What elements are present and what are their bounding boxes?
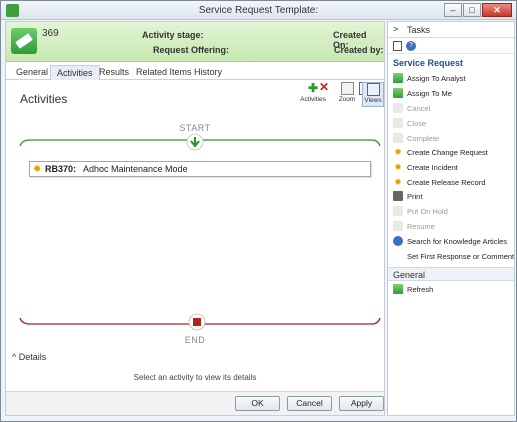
task-put-on-hold: Put On Hold [393,205,513,219]
ok-button[interactable]: OK [235,396,280,411]
complete-icon [393,133,403,143]
tab-general[interactable]: General [10,65,54,80]
task-close: Close [393,117,513,131]
tasks-icon-bar: ? [388,39,514,54]
general-title: General [393,270,426,280]
task-assign-to-analyst[interactable]: Assign To Analyst [393,72,513,86]
tab-history[interactable]: History [188,65,228,80]
tasks-pane: > Tasks ? Service Request Assign To Anal… [387,21,515,416]
details-toggle[interactable]: ^ Details [12,352,46,362]
zoom-label: Zoom [338,96,356,103]
stop-icon [193,318,201,326]
tasks-header[interactable]: > Tasks [388,22,514,38]
end-connector [19,313,381,331]
main-panel: 369 Activity stage: Request Offering: Cr… [5,21,385,416]
task-create-release-record[interactable]: ✹ Create Release Record [393,176,513,190]
tasks-title: Tasks [407,25,431,35]
activity-code: RB370: [45,164,77,174]
close-window-button[interactable]: ✕ [482,3,512,17]
title-bar[interactable]: Service Request Template: – □ ✕ [1,1,516,20]
task-assign-to-me[interactable]: Assign To Me [393,87,513,101]
apply-button[interactable]: Apply [339,396,384,411]
minimize-button[interactable]: – [444,3,462,17]
close-icon [393,118,403,128]
ticket-icon [11,28,37,54]
app-window: Service Request Template: – □ ✕ 369 Acti… [0,0,517,422]
chevron-right-icon: > [393,24,399,34]
start-connector [19,133,381,151]
window-title: Service Request Template: [198,5,319,16]
clipboard-icon[interactable] [393,41,402,51]
form-header: 369 Activity stage: Request Offering: Cr… [6,22,384,62]
request-offering-label: Request Offering: [153,45,230,55]
views-button[interactable]: Views [362,82,384,107]
activity-stage-label: Activity stage: [142,30,204,40]
print-icon [393,191,403,201]
zoom-icon [340,82,354,95]
sun-icon: ✹ [394,162,402,172]
task-cancel: Cancel [393,102,513,116]
cancel-button[interactable]: Cancel [287,396,332,411]
caret-up-icon: ^ [12,352,19,362]
dialog-footer: OK Cancel Apply [6,391,384,415]
help-icon[interactable]: ? [406,41,416,51]
assign-icon [393,88,403,98]
general-section-header: General [388,267,514,281]
search-icon [393,236,403,246]
request-id: 369 [42,28,59,39]
remove-activity-button[interactable]: ✕ [317,81,331,106]
task-search-knowledge-articles[interactable]: Search for Knowledge Articles [393,235,513,249]
activity-item[interactable]: ✹ RB370: Adhoc Maintenance Mode [29,161,371,177]
tab-results[interactable]: Results [93,65,135,80]
sun-icon: ✹ [33,164,42,175]
activities-heading: Activities [20,92,68,106]
assign-icon [393,73,403,83]
details-label: Details [18,352,47,362]
resume-icon [393,221,403,231]
tab-strip: General Activities Results Related Items… [6,63,384,80]
task-create-change-request[interactable]: ✹ Create Change Request [393,146,513,160]
task-refresh[interactable]: Refresh [393,283,513,297]
details-message: Select an activity to view its details [133,373,257,382]
task-create-incident[interactable]: ✹ Create Incident [393,161,513,175]
maximize-button[interactable]: □ [463,3,481,17]
end-label: END [184,335,206,345]
task-print[interactable]: Print [393,190,513,204]
views-label: Views [364,97,382,104]
delete-x-icon: ✕ [318,80,330,94]
list-view-icon [366,83,380,96]
refresh-icon [393,284,403,294]
created-by-label: Created by: [334,45,384,55]
sun-icon: ✹ [394,177,402,187]
zoom-button[interactable]: Zoom [336,82,358,107]
task-complete: Complete [393,132,513,146]
activity-name: Adhoc Maintenance Mode [83,164,188,174]
activities-toolbar: ✚ Activities ✕ Zoom Views [298,81,384,107]
sun-icon: ✹ [394,147,402,157]
hold-icon [393,206,403,216]
cancel-icon [393,103,403,113]
service-request-section-title: Service Request [393,58,464,68]
task-resume: Resume [393,220,513,234]
task-set-first-response[interactable]: Set First Response or Comment [393,250,514,264]
